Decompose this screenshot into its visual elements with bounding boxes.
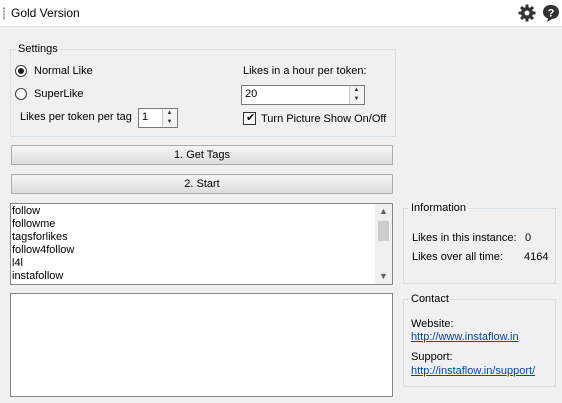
scrollbar-thumb[interactable] bbox=[378, 221, 389, 241]
likes-overall-label: Likes over all time: bbox=[412, 251, 504, 263]
list-item[interactable]: instafollow bbox=[12, 270, 63, 283]
contact-legend: Contact bbox=[411, 293, 449, 305]
likes-overall-value: 4164 bbox=[524, 251, 549, 263]
list-item[interactable]: follow bbox=[12, 205, 40, 218]
svg-text:?: ? bbox=[548, 8, 555, 20]
stepper-down-icon[interactable]: ▼ bbox=[163, 118, 176, 127]
start-button[interactable]: 2. Start bbox=[11, 174, 393, 194]
likes-per-token-per-tag-label: Likes per token per tag bbox=[20, 111, 132, 123]
list-item[interactable]: l4l bbox=[12, 283, 23, 284]
likes-instance-value: 0 bbox=[525, 232, 532, 244]
checkmark-icon: ✔ bbox=[246, 112, 256, 124]
superlike-radio[interactable] bbox=[15, 88, 27, 100]
likes-in-hour-stepper[interactable]: 20 ▲ ▼ bbox=[241, 85, 365, 105]
picture-show-checkbox[interactable]: ✔ bbox=[243, 112, 256, 125]
list-item[interactable]: tagsforlikes bbox=[12, 231, 68, 244]
log-textbox[interactable] bbox=[10, 293, 393, 397]
settings-legend: Settings bbox=[18, 43, 58, 55]
likes-instance-label: Likes in this instance: bbox=[412, 232, 517, 244]
support-label: Support: bbox=[411, 351, 453, 363]
tags-listbox[interactable]: follow followme tagsforlikes follow4foll… bbox=[10, 203, 393, 285]
help-bubble-icon[interactable]: ? bbox=[541, 3, 561, 23]
likes-in-hour-value[interactable]: 20 bbox=[245, 88, 257, 100]
normal-like-radio[interactable] bbox=[15, 65, 27, 77]
website-label: Website: bbox=[411, 318, 454, 330]
list-item[interactable]: followme bbox=[12, 218, 55, 231]
picture-show-label[interactable]: Turn Picture Show On/Off bbox=[261, 113, 386, 125]
superlike-label[interactable]: SuperLike bbox=[34, 88, 84, 100]
window-title: Gold Version bbox=[11, 6, 80, 20]
support-link[interactable]: http://instaflow.in/support/ bbox=[411, 365, 535, 377]
likes-per-token-per-tag-value[interactable]: 1 bbox=[142, 111, 148, 123]
title-bar: Gold Version ? bbox=[0, 0, 562, 27]
normal-like-label[interactable]: Normal Like bbox=[34, 65, 93, 77]
gear-icon[interactable] bbox=[517, 3, 537, 23]
likes-in-hour-label: Likes in a hour per token: bbox=[243, 65, 367, 77]
tags-scrollbar[interactable]: ▲ ▼ bbox=[375, 204, 392, 284]
scroll-up-icon[interactable]: ▲ bbox=[375, 204, 392, 219]
get-tags-button[interactable]: 1. Get Tags bbox=[11, 145, 393, 165]
likes-per-token-per-tag-stepper[interactable]: 1 ▲ ▼ bbox=[138, 108, 178, 128]
scroll-down-icon[interactable]: ▼ bbox=[375, 269, 392, 284]
list-item[interactable]: follow4follow bbox=[12, 244, 74, 257]
stepper-up-icon[interactable]: ▲ bbox=[163, 109, 176, 118]
stepper-up-icon[interactable]: ▲ bbox=[350, 86, 363, 95]
drag-grip-icon[interactable] bbox=[3, 7, 5, 20]
information-legend: Information bbox=[411, 202, 467, 214]
stepper-down-icon[interactable]: ▼ bbox=[350, 95, 363, 104]
website-link[interactable]: http://www.instaflow.in bbox=[411, 331, 519, 343]
list-item[interactable]: l4l bbox=[12, 257, 23, 270]
